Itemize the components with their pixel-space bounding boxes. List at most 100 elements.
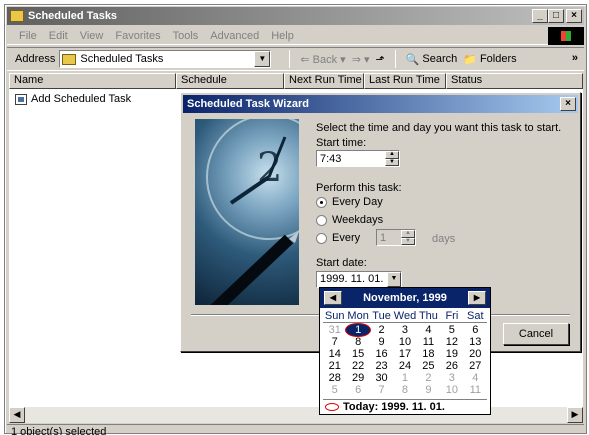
column-header-next-run[interactable]: Next Run Time: [284, 73, 364, 89]
radio-weekdays[interactable]: Weekdays: [316, 214, 383, 226]
day-of-week-row: Sun Mon Tue Wed Thu Fri Sat: [323, 310, 487, 323]
menu-favorites[interactable]: Favorites: [109, 30, 166, 42]
calendar-day-grid: 31 1 2 3 4 5 6 7 8 9 10 11 12 13 14 15 16 17 18 19 20 21 22 23 2…: [323, 324, 487, 396]
chevron-down-icon[interactable]: ▼: [387, 272, 401, 287]
calendar-day[interactable]: 9: [417, 384, 440, 396]
toolbar-separator: [394, 50, 396, 68]
up-folder-button[interactable]: ⬏: [375, 53, 384, 66]
scroll-left-arrow[interactable]: ◀: [9, 407, 25, 423]
calendar-day[interactable]: 7: [323, 336, 346, 348]
menu-advanced[interactable]: Advanced: [204, 30, 265, 42]
calendar-day[interactable]: 8: [393, 384, 416, 396]
back-button[interactable]: ⇐ Back ▾: [300, 53, 345, 66]
calendar-day[interactable]: 25: [417, 360, 440, 372]
spin-up-icon[interactable]: ▲: [385, 151, 399, 159]
calendar-day[interactable]: 2: [417, 372, 440, 384]
calendar-day[interactable]: 1: [393, 372, 416, 384]
calendar-day[interactable]: 10: [440, 384, 463, 396]
calendar-day[interactable]: 10: [393, 336, 416, 348]
calendar-day[interactable]: 11: [464, 384, 487, 396]
status-bar: 1 object(s) selected: [7, 424, 584, 435]
dialog-title: Scheduled Task Wizard: [187, 98, 309, 110]
calendar-day[interactable]: 8: [346, 336, 369, 348]
menu-file[interactable]: File: [13, 30, 43, 42]
calendar-day[interactable]: 24: [393, 360, 416, 372]
folders-button[interactable]: 📁 Folders: [463, 53, 516, 66]
calendar-day[interactable]: 5: [440, 324, 463, 336]
calendar-day[interactable]: 30: [370, 372, 393, 384]
calendar-day[interactable]: 12: [440, 336, 463, 348]
radio-every-day[interactable]: Every Day: [316, 196, 383, 208]
column-header-name[interactable]: Name: [9, 73, 176, 89]
calendar-day[interactable]: 21: [323, 360, 346, 372]
menu-help[interactable]: Help: [265, 30, 300, 42]
column-header-last-run[interactable]: Last Run Time: [364, 73, 446, 89]
calendar-month: November, 1999: [363, 292, 447, 304]
scroll-right-arrow[interactable]: ▶: [567, 407, 583, 423]
calendar-day[interactable]: 28: [323, 372, 346, 384]
dialog-title-bar[interactable]: Scheduled Task Wizard ×: [183, 95, 578, 113]
menu-view[interactable]: View: [74, 30, 110, 42]
calendar-day[interactable]: 4: [417, 324, 440, 336]
dow-label: Sat: [467, 310, 484, 322]
calendar-day[interactable]: 14: [323, 348, 346, 360]
calendar-day[interactable]: 16: [370, 348, 393, 360]
column-header-status[interactable]: Status: [446, 73, 583, 89]
calendar-day[interactable]: 3: [440, 372, 463, 384]
menu-bar: File Edit View Favorites Tools Advanced …: [7, 27, 584, 45]
toolbar-overflow-button[interactable]: »: [572, 52, 578, 64]
calendar-day[interactable]: 18: [417, 348, 440, 360]
calendar-day[interactable]: 22: [346, 360, 369, 372]
start-date-picker[interactable]: 1999. 11. 01. ▼: [316, 271, 402, 288]
chevron-down-icon[interactable]: ▼: [254, 51, 271, 67]
calendar-day[interactable]: 13: [464, 336, 487, 348]
calendar-day[interactable]: 26: [440, 360, 463, 372]
calendar-day[interactable]: 2: [370, 324, 393, 336]
title-bar[interactable]: Scheduled Tasks _ □ ×: [7, 7, 584, 25]
every-days-stepper[interactable]: 1 ▲ ▼: [376, 229, 416, 246]
cancel-button[interactable]: Cancel: [503, 323, 569, 345]
calendar-day[interactable]: 29: [346, 372, 369, 384]
maximize-button[interactable]: □: [548, 9, 564, 23]
start-date-value: 1999. 11. 01.: [320, 273, 384, 285]
menu-edit[interactable]: Edit: [43, 30, 74, 42]
start-time-stepper[interactable]: 7:43 ▲ ▼: [316, 150, 400, 167]
radio-every[interactable]: Every: [316, 232, 360, 244]
dialog-close-button[interactable]: ×: [560, 97, 576, 111]
calendar-day[interactable]: 15: [346, 348, 369, 360]
previous-month-button[interactable]: ◀: [324, 291, 342, 305]
forward-button[interactable]: ⇒ ▾: [352, 53, 370, 66]
menu-tools[interactable]: Tools: [167, 30, 205, 42]
calendar-day[interactable]: 6: [464, 324, 487, 336]
calendar-day[interactable]: 3: [393, 324, 416, 336]
spin-up-icon[interactable]: ▲: [401, 230, 415, 238]
minimize-button[interactable]: _: [532, 9, 548, 23]
calendar-day[interactable]: 5: [323, 384, 346, 396]
folder-icon: [62, 53, 77, 65]
address-input[interactable]: Scheduled Tasks ▼: [59, 50, 272, 68]
calendar-day[interactable]: 20: [464, 348, 487, 360]
list-item[interactable]: Add Scheduled Task: [15, 93, 131, 105]
calendar-day[interactable]: 23: [370, 360, 393, 372]
spin-down-icon[interactable]: ▼: [401, 237, 415, 245]
calendar-day[interactable]: 1: [346, 324, 370, 336]
calendar-day[interactable]: 4: [464, 372, 487, 384]
calendar-day[interactable]: 11: [417, 336, 440, 348]
today-label: Today: 1999. 11. 01.: [343, 400, 445, 413]
search-button[interactable]: 🔍 Search: [406, 53, 458, 66]
column-header-schedule[interactable]: Schedule: [176, 73, 284, 89]
calendar-day[interactable]: 19: [440, 348, 463, 360]
close-button[interactable]: ×: [566, 9, 582, 23]
calendar-day[interactable]: 9: [370, 336, 393, 348]
radio-dot: [316, 232, 327, 244]
calendar-day[interactable]: 31: [323, 324, 346, 336]
days-label: days: [432, 233, 456, 245]
today-button[interactable]: Today: 1999. 11. 01.: [323, 399, 487, 413]
calendar-day[interactable]: 6: [346, 384, 369, 396]
calendar-day[interactable]: 17: [393, 348, 416, 360]
spin-down-icon[interactable]: ▼: [385, 158, 399, 166]
calendar-day[interactable]: 7: [370, 384, 393, 396]
next-month-button[interactable]: ▶: [468, 291, 486, 305]
horizontal-scrollbar[interactable]: ◀ ▶: [9, 407, 583, 423]
calendar-day[interactable]: 27: [464, 360, 487, 372]
